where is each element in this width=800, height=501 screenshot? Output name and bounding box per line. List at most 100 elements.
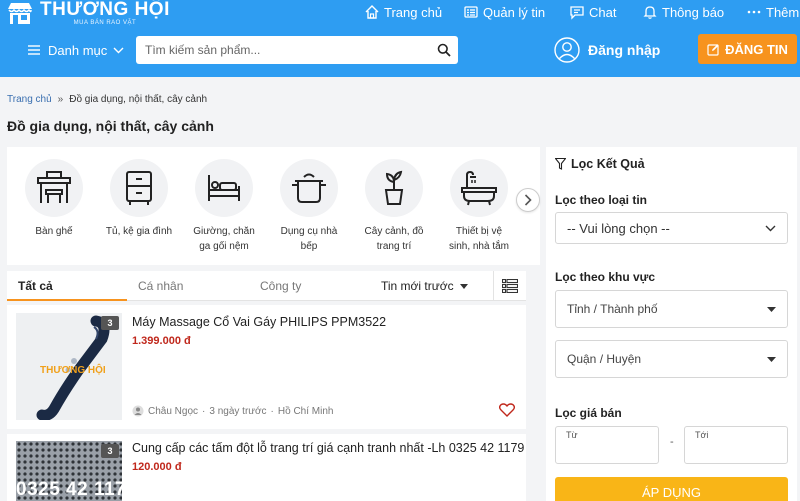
- home-icon: [365, 5, 379, 19]
- image-count: 3: [107, 318, 113, 328]
- post-time: 3 ngày trước: [209, 405, 267, 417]
- list-view-icon: [502, 279, 518, 293]
- bell-icon: [643, 6, 657, 19]
- category-item-bed[interactable]: Giường, chăn ga gối nệm: [189, 159, 259, 254]
- price-from-input[interactable]: Từ: [555, 426, 659, 464]
- save-favorite-button[interactable]: [498, 403, 516, 420]
- category-label: Bàn ghế: [35, 226, 73, 237]
- tab-personal[interactable]: Cá nhân: [138, 271, 183, 301]
- cabinet-icon: [126, 171, 152, 205]
- edit-icon: [707, 43, 719, 56]
- category-item-table-chair[interactable]: Bàn ghế: [19, 159, 89, 239]
- apply-filter-button[interactable]: ÁP DỤNG: [555, 477, 788, 501]
- listing-type-value: -- Vui lòng chọn --: [567, 220, 670, 236]
- price-to-input[interactable]: Tới: [684, 426, 788, 464]
- price-from-placeholder: Từ: [566, 430, 578, 440]
- district-value: Quận / Huyện: [567, 352, 642, 366]
- listing-item[interactable]: THƯƠNG HỘI 3 Máy Massage Cổ Vai Gáy PHIL…: [7, 305, 526, 429]
- manage-icon: [464, 6, 478, 18]
- filter-icon: [555, 158, 566, 170]
- filter-type-label: Lọc theo loại tin: [555, 193, 647, 207]
- site-logo[interactable]: THƯƠNG HỘI MUA BÁN RAO VẶT: [6, 0, 170, 28]
- chevron-right-icon: [524, 194, 532, 206]
- filter-header: Lọc Kết Quả: [555, 157, 645, 171]
- province-value: Tỉnh / Thành phố: [567, 302, 658, 316]
- bathtub-icon: [461, 170, 497, 206]
- price-to-placeholder: Tới: [695, 430, 709, 440]
- heart-icon: [498, 403, 516, 417]
- category-menu-button[interactable]: Danh mục: [28, 40, 124, 60]
- logo-tagline: MUA BÁN RAO VẶT: [73, 20, 137, 26]
- nav-home-label: Trang chủ: [384, 4, 443, 20]
- filter-area-label: Lọc theo khu vực: [555, 270, 656, 284]
- user-avatar-icon: [554, 37, 580, 63]
- category-menu-label: Danh mục: [48, 42, 108, 58]
- search-button[interactable]: [430, 36, 458, 64]
- breadcrumb-current: Đồ gia dụng, nội thất, cây cảnh: [69, 94, 208, 105]
- province-select[interactable]: Tỉnh / Thành phố: [555, 290, 788, 328]
- category-label: Tủ, kệ gia đình: [105, 226, 173, 237]
- listing-thumbnail[interactable]: 0325 42 1179 3: [16, 441, 122, 501]
- list-view-toggle[interactable]: [493, 271, 526, 301]
- search-icon: [437, 43, 451, 57]
- nav-more[interactable]: Thêm: [746, 2, 799, 22]
- caret-down-icon: [767, 356, 776, 362]
- nav-manage-posts[interactable]: Quản lý tin: [463, 2, 545, 22]
- category-item-cabinet[interactable]: Tủ, kệ gia đình: [104, 159, 174, 239]
- category-label: Cây cảnh, đồ trang trí: [364, 226, 424, 252]
- nav-more-label: Thêm: [766, 4, 800, 20]
- chevron-down-icon: [765, 225, 776, 231]
- nav-home[interactable]: Trang chủ: [364, 2, 442, 22]
- chevron-down-icon: [113, 47, 124, 53]
- more-icon: [747, 10, 761, 14]
- top-header: THƯƠNG HỘI MUA BÁN RAO VẶT Trang chủ Quả…: [0, 0, 800, 77]
- pot-icon: [292, 173, 326, 203]
- post-listing-button[interactable]: ĐĂNG TIN: [698, 34, 797, 64]
- login-button[interactable]: Đăng nhập: [554, 36, 660, 64]
- bed-icon: [208, 175, 240, 201]
- tab-all[interactable]: Tất cả: [7, 271, 127, 301]
- subcategory-carousel: Bàn ghế Tủ, kệ gia đình Giường, chăn ga …: [7, 147, 540, 265]
- district-select[interactable]: Quận / Huyện: [555, 340, 788, 378]
- shop-logo-icon: [8, 3, 32, 24]
- seller-name[interactable]: Châu Ngọc: [148, 406, 198, 417]
- listing-price: 120.000 đ: [132, 461, 182, 473]
- category-item-plant[interactable]: Cây cảnh, đồ trang trí: [359, 159, 429, 254]
- price-range-separator: -: [670, 436, 674, 448]
- caret-down-icon: [459, 283, 468, 289]
- menu-icon: [28, 45, 40, 55]
- listing-type-select[interactable]: -- Vui lòng chọn --: [555, 212, 788, 244]
- nav-chat-label: Chat: [589, 4, 617, 20]
- nav-manage-label: Quản lý tin: [483, 4, 546, 20]
- sort-dropdown[interactable]: Tin mới trước: [381, 271, 468, 301]
- carousel-next-button[interactable]: [516, 188, 540, 212]
- location: Hồ Chí Minh: [277, 405, 334, 417]
- nav-chat[interactable]: Chat: [569, 2, 616, 22]
- listing-item[interactable]: 0325 42 1179 3 Cung cấp các tấm đột lỗ t…: [7, 434, 526, 501]
- plant-icon: [384, 170, 404, 205]
- category-label: Thiết bị vệ sinh, nhà tắm: [448, 226, 510, 252]
- nav-notifications[interactable]: Thông báo: [642, 2, 724, 22]
- tab-company[interactable]: Công ty: [260, 271, 301, 301]
- category-label: Giường, chăn ga gối nệm: [193, 226, 255, 252]
- category-item-pot[interactable]: Dụng cụ nhà bếp: [274, 159, 344, 254]
- listing-title[interactable]: Máy Massage Cổ Vai Gáy PHILIPS PPM3522: [132, 315, 386, 329]
- sort-label: Tin mới trước: [381, 279, 454, 293]
- nav-notifications-label: Thông báo: [662, 4, 725, 20]
- image-count-badge: 3: [101, 444, 119, 458]
- watermark-text: 0325 42 1179: [16, 479, 122, 500]
- search-input[interactable]: [145, 37, 430, 63]
- breadcrumb-separator: »: [57, 94, 64, 105]
- listing-tabs: Tất cả Cá nhân Công ty Tin mới trước: [7, 271, 526, 301]
- listing-title[interactable]: Cung cấp các tấm đột lỗ trang trí giá cạ…: [132, 441, 524, 455]
- breadcrumb-home[interactable]: Trang chủ: [7, 94, 52, 105]
- breadcrumb: Trang chủ » Đồ gia dụng, nội thất, cây c…: [7, 94, 207, 105]
- chat-icon: [570, 6, 584, 20]
- apply-filter-label: ÁP DỤNG: [642, 484, 701, 500]
- post-listing-label: ĐĂNG TIN: [725, 41, 788, 57]
- category-label: Dụng cụ nhà bếp: [280, 226, 338, 252]
- listing-meta: Châu Ngọc · 3 ngày trước · Hồ Chí Minh: [132, 405, 333, 417]
- filter-price-label: Lọc giá bán: [555, 406, 622, 420]
- listing-thumbnail[interactable]: THƯƠNG HỘI 3: [16, 313, 122, 420]
- category-item-bathtub[interactable]: Thiết bị vệ sinh, nhà tắm: [444, 159, 514, 254]
